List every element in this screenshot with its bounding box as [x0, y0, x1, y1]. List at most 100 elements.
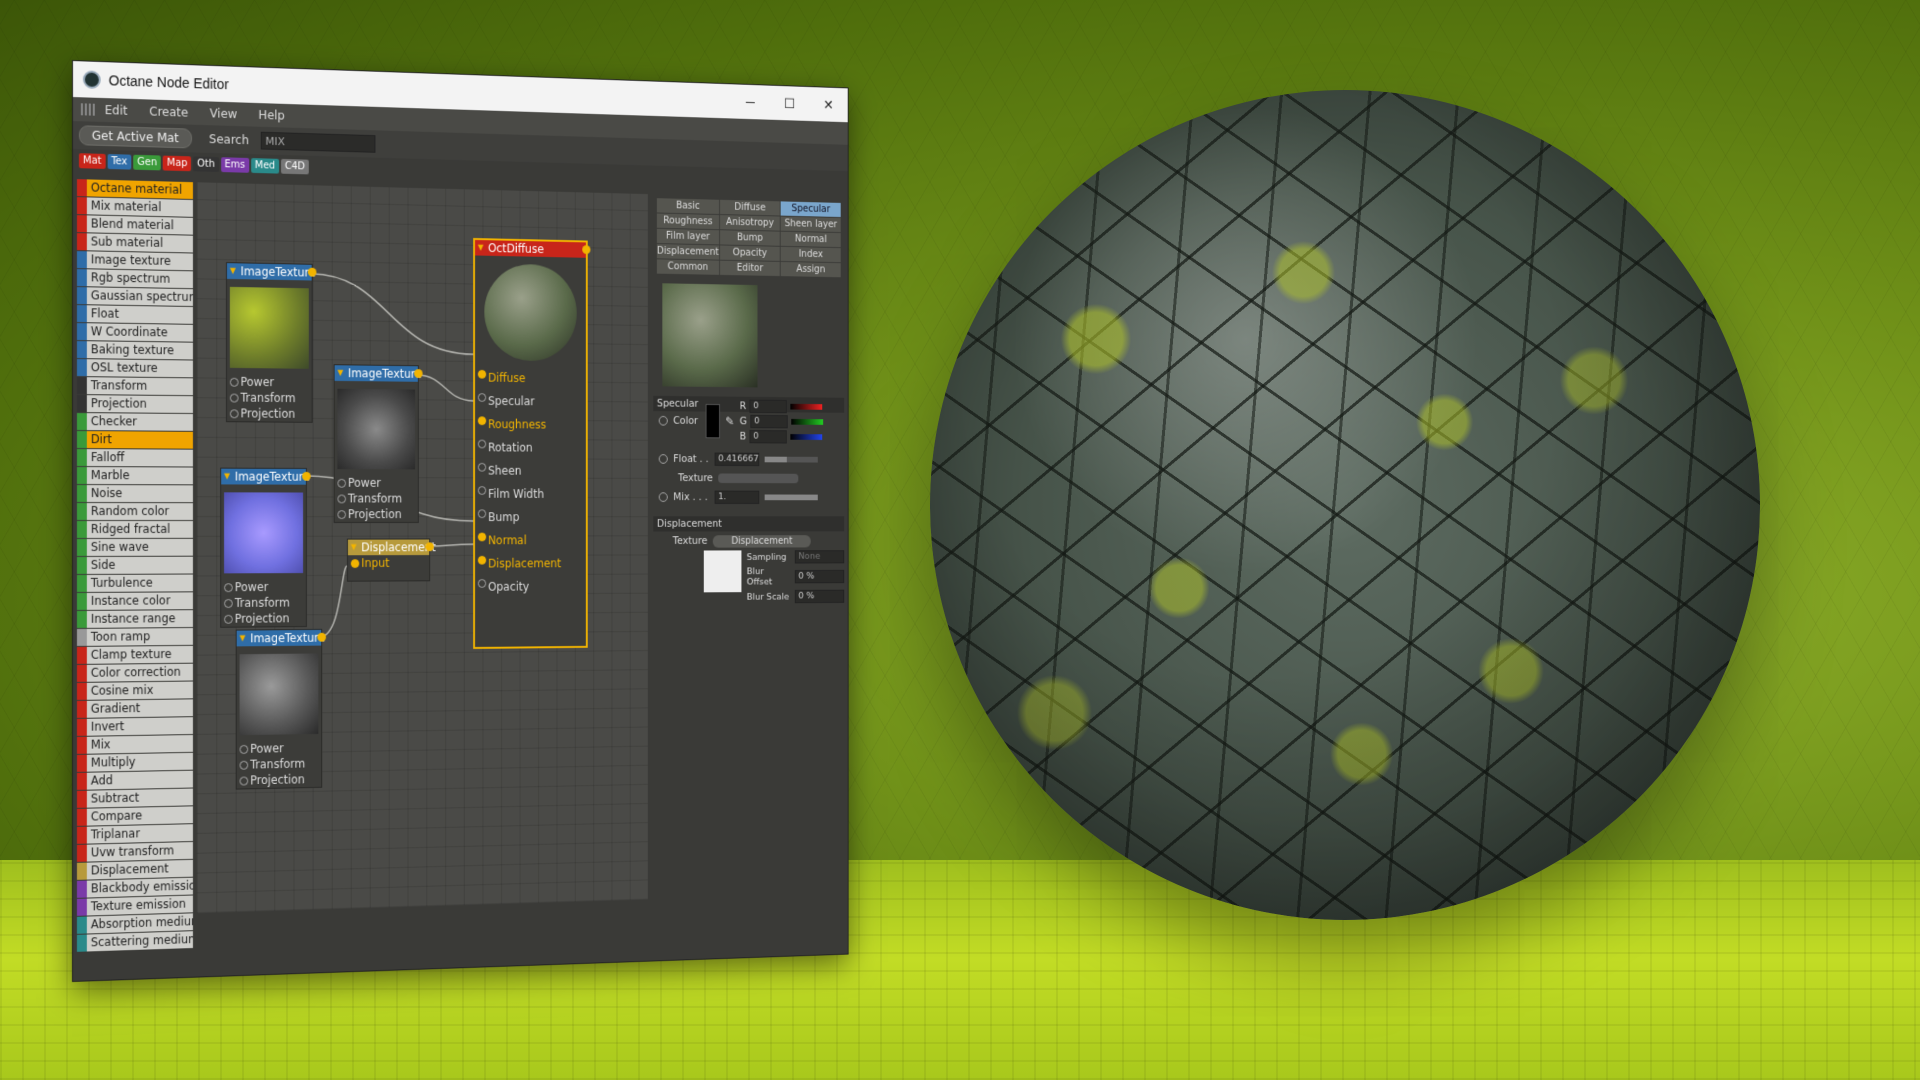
port-input[interactable]: Input [348, 555, 429, 571]
port-sheen[interactable]: Sheen [475, 459, 586, 483]
port-projection[interactable]: Projection [227, 405, 312, 421]
port-rotation[interactable]: Rotation [475, 436, 586, 460]
node-list-item[interactable]: Falloff [76, 449, 193, 467]
tab-normal[interactable]: Normal [780, 231, 841, 248]
color-swatch[interactable] [705, 403, 720, 439]
node-list-item[interactable]: Blend material [76, 215, 193, 235]
search-input[interactable] [260, 131, 376, 153]
node-list-item[interactable]: Sub material [76, 233, 193, 253]
blur-offset-field[interactable]: 0 % [794, 569, 845, 584]
port-displacement[interactable]: Displacement [475, 552, 586, 576]
node-list-item[interactable]: Cosine mix [76, 681, 193, 700]
r-slider[interactable] [790, 403, 823, 410]
category-tab-mat[interactable]: Mat [78, 152, 106, 169]
node-list-item[interactable]: Color correction [76, 663, 193, 682]
port-projection[interactable]: Projection [335, 506, 418, 522]
category-tab-ems[interactable]: Ems [220, 156, 249, 173]
port-film-width[interactable]: Film Width [475, 482, 586, 505]
node-graph[interactable]: ImageTexture Power Transform Projection … [196, 182, 648, 914]
node-list-item[interactable]: Turbulence [76, 574, 193, 592]
node-list-item[interactable]: Octane material [76, 179, 193, 200]
float-slider[interactable] [764, 456, 818, 463]
tab-sheen-layer[interactable]: Sheen layer [780, 216, 841, 233]
tab-index[interactable]: Index [780, 246, 841, 263]
node-list-item[interactable]: Random color [76, 503, 193, 521]
category-tab-oth[interactable]: Oth [193, 155, 219, 172]
port-specular[interactable]: Specular [475, 389, 586, 413]
node-list-item[interactable]: OSL texture [76, 359, 193, 378]
g-slider[interactable] [791, 418, 824, 425]
port-power[interactable]: Power [227, 374, 312, 391]
get-active-mat-button[interactable]: Get Active Mat [78, 125, 192, 149]
menu-create[interactable]: Create [149, 104, 188, 119]
displacement-node[interactable]: Displacement Input [346, 538, 436, 582]
tab-opacity[interactable]: Opacity [719, 245, 781, 261]
octdiffuse-node[interactable]: OctDiffuse DiffuseSpecularRoughnessRotat… [473, 237, 591, 649]
node-list-item[interactable]: Texture emission [76, 895, 193, 916]
output-port[interactable] [425, 542, 434, 552]
float-field[interactable]: 0.416667 [714, 452, 760, 467]
menu-view[interactable]: View [210, 106, 238, 121]
output-port[interactable] [582, 245, 591, 255]
tab-displacement[interactable]: Displacement [656, 244, 719, 260]
tab-assign[interactable]: Assign [780, 261, 841, 278]
node-list-item[interactable]: Image texture [76, 251, 193, 271]
b-slider[interactable] [790, 434, 823, 440]
port-power[interactable]: Power [335, 475, 418, 491]
node-list-item[interactable]: Dirt [76, 431, 193, 449]
node-list-item[interactable]: Ridged fractal [76, 521, 193, 538]
g-field[interactable]: 0 [750, 414, 788, 429]
texture-slot[interactable] [718, 473, 799, 484]
tab-specular[interactable]: Specular [780, 201, 841, 218]
node-list-item[interactable]: Add [76, 770, 193, 790]
node-list-item[interactable]: Invert [76, 717, 193, 736]
node-list-item[interactable]: Displacement [76, 859, 193, 880]
port-opacity[interactable]: Opacity [475, 575, 586, 599]
port-transform[interactable]: Transform [227, 390, 312, 407]
node-list-item[interactable]: Projection [76, 395, 193, 414]
category-tab-c4d[interactable]: C4D [280, 158, 309, 174]
category-tab-tex[interactable]: Tex [107, 153, 132, 170]
tab-diffuse[interactable]: Diffuse [719, 199, 781, 216]
category-tab-gen[interactable]: Gen [133, 154, 161, 170]
port-transform[interactable]: Transform [335, 491, 418, 507]
node-list-item[interactable]: Baking texture [76, 341, 193, 360]
mix-field[interactable]: 1. [714, 490, 760, 504]
node-list-item[interactable]: Noise [76, 485, 193, 503]
port-projection[interactable]: Projection [237, 771, 322, 788]
node-list-item[interactable]: Multiply [76, 752, 193, 772]
node-list-item[interactable]: Rgb spectrum [76, 269, 193, 289]
output-port[interactable] [317, 632, 327, 642]
b-field[interactable]: 0 [749, 429, 788, 444]
close-button[interactable]: ✕ [809, 96, 848, 113]
node-list-item[interactable]: Checker [76, 413, 193, 431]
node-list-item[interactable]: Subtract [76, 788, 193, 808]
port-bump[interactable]: Bump [475, 505, 586, 528]
node-list-item[interactable]: Blackbody emission [76, 877, 193, 898]
image-texture-node-4[interactable]: ImageTexture Power Transform Projection [235, 628, 327, 790]
port-power[interactable]: Power [221, 579, 306, 595]
disp-texture-button[interactable]: Displacement [712, 534, 811, 548]
sampling-select[interactable]: None [794, 550, 845, 564]
node-list-item[interactable]: Transform [76, 377, 193, 396]
minimize-button[interactable]: ─ [731, 94, 770, 110]
tab-anisotropy[interactable]: Anisotropy [719, 215, 781, 231]
tab-bump[interactable]: Bump [719, 230, 781, 246]
port-power[interactable]: Power [237, 740, 322, 757]
tab-roughness[interactable]: Roughness [656, 213, 719, 230]
port-transform[interactable]: Transform [221, 595, 306, 611]
output-port[interactable] [307, 267, 317, 277]
node-list-item[interactable]: Scattering medium [76, 931, 193, 952]
output-port[interactable] [414, 369, 423, 378]
tab-editor[interactable]: Editor [719, 260, 781, 277]
menu-help[interactable]: Help [258, 108, 284, 123]
port-transform[interactable]: Transform [237, 755, 322, 772]
tab-film-layer[interactable]: Film layer [656, 228, 719, 245]
float-radio[interactable] [658, 454, 668, 464]
eyedropper-icon[interactable]: ✎ [725, 415, 734, 428]
port-normal[interactable]: Normal [475, 529, 586, 552]
node-list-item[interactable]: Gradient [76, 699, 193, 718]
node-list-item[interactable]: Mix material [76, 197, 193, 217]
node-list-item[interactable]: Instance color [76, 592, 193, 610]
port-diffuse[interactable]: Diffuse [475, 366, 586, 390]
